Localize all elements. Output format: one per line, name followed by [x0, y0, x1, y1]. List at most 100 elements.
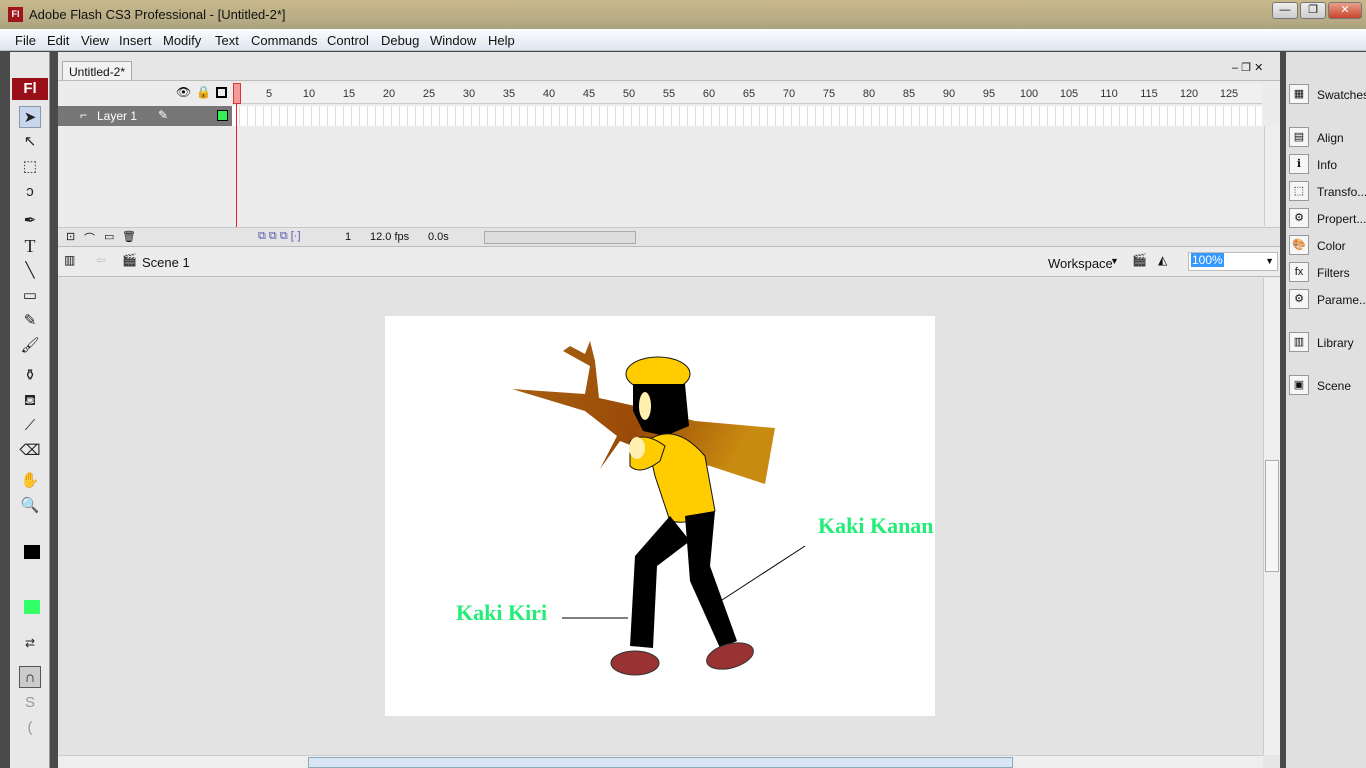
layer-row[interactable]: ⌐ Layer 1 ✎ — [58, 106, 232, 126]
menu-control[interactable]: Control — [327, 33, 369, 48]
timeline-hscroll-thumb[interactable] — [484, 231, 636, 244]
flash-logo: Fl — [12, 78, 48, 100]
workspace-menu[interactable]: Workspace — [1048, 256, 1113, 271]
document-tab[interactable]: Untitled-2* — [62, 61, 132, 80]
layer-icon: ⌐ — [80, 108, 88, 122]
subselection-tool-icon[interactable]: ↖ — [19, 131, 41, 153]
workspace-dropdown-icon[interactable]: ▼ — [1110, 256, 1119, 266]
edit-scene-icon[interactable]: 🎬 — [1132, 253, 1147, 267]
edit-symbols-icon[interactable]: ◭ — [1158, 253, 1167, 267]
rectangle-tool-icon[interactable]: ▭ — [19, 285, 41, 307]
motion-guide-icon[interactable]: ⌒ — [84, 230, 95, 246]
stage[interactable]: Kaki Kanan Kaki Kiri — [385, 316, 935, 716]
playhead[interactable] — [233, 83, 241, 104]
text-tool-icon[interactable]: T — [19, 235, 41, 257]
straighten-icon[interactable]: ( — [19, 717, 41, 739]
frame-number: 5 — [265, 88, 273, 100]
zoom-select[interactable]: 100% ▼ — [1188, 252, 1278, 271]
window-title: Adobe Flash CS3 Professional - [Untitled… — [29, 7, 286, 22]
chevron-down-icon: ▼ — [1265, 256, 1274, 266]
panel-library[interactable]: ▥ Library — [1286, 329, 1366, 355]
timeline-toggle-icon[interactable]: ▥ — [64, 253, 75, 267]
close-button[interactable]: ✕ — [1328, 2, 1362, 19]
insert-layer-icon[interactable]: ⊡ — [66, 230, 75, 243]
onion-skin-icons[interactable]: ⧉ ⧉ ⧉ [·] — [258, 230, 301, 243]
menu-text[interactable]: Text — [215, 33, 239, 48]
face — [639, 392, 651, 420]
timeline-footer: ⊡ ⌒ ▭ 🗑 ⧉ ⧉ ⧉ [·] 1 12.0 fps 0.0s — [58, 227, 1280, 246]
paint-bucket-tool-icon[interactable]: ⛾ — [19, 390, 41, 412]
snap-to-objects-icon[interactable]: ∩ — [19, 666, 41, 688]
insert-folder-icon[interactable]: ▭ — [104, 230, 114, 243]
eraser-tool-icon[interactable]: ⌫ — [19, 440, 41, 462]
edit-bar: ▥ ⇦ 🎬 Scene 1 Workspace ▼ 🎬 ◭ 100% ▼ — [58, 246, 1280, 277]
pen-tool-icon[interactable]: ✒ — [19, 210, 41, 232]
ink-bottle-tool-icon[interactable]: ⚱ — [19, 365, 41, 387]
lasso-tool-icon[interactable]: ↄ — [19, 181, 41, 203]
frame-grid[interactable] — [232, 106, 1262, 126]
label-kaki-kanan: Kaki Kanan — [818, 513, 934, 538]
smooth-icon[interactable]: S — [19, 692, 41, 714]
scene-name[interactable]: Scene 1 — [142, 255, 190, 270]
panel-swatches[interactable]: ▦ Swatches — [1286, 81, 1366, 107]
frame-number: 125 — [1219, 88, 1239, 100]
stroke-color-swatch[interactable] — [24, 545, 40, 559]
restore-button[interactable]: ❐ — [1300, 2, 1326, 19]
menu-file[interactable]: File — [15, 33, 36, 48]
frame-number: 85 — [902, 88, 916, 100]
menu-commands[interactable]: Commands — [251, 33, 317, 48]
swatches-icon: ▦ — [1289, 84, 1309, 104]
right-leg-pointer — [721, 545, 806, 601]
panel-color[interactable]: 🎨 Color — [1286, 232, 1366, 258]
color-icon: 🎨 — [1289, 235, 1309, 255]
frame-number: 15 — [342, 88, 356, 100]
eyedropper-tool-icon[interactable]: ⟋ — [19, 415, 41, 437]
frame-number: 110 — [1100, 88, 1118, 100]
pencil-tool-icon[interactable]: ✎ — [19, 310, 41, 332]
frame-number: 55 — [662, 88, 676, 100]
menu-modify[interactable]: Modify — [163, 33, 201, 48]
panel-filters[interactable]: fx Filters — [1286, 259, 1366, 285]
menu-help[interactable]: Help — [488, 33, 515, 48]
hand-tool-icon[interactable]: ✋ — [19, 470, 41, 492]
frame-number: 30 — [462, 88, 476, 100]
doc-window-controls[interactable]: ‒ ❐ ✕ — [1232, 61, 1263, 74]
eye-icon[interactable]: 👁 — [176, 85, 191, 99]
frame-number: 70 — [782, 88, 796, 100]
panel-scene[interactable]: ▣ Scene — [1286, 372, 1366, 398]
menu-view[interactable]: View — [81, 33, 109, 48]
brush-tool-icon[interactable]: 🖌 — [19, 335, 41, 357]
panel-info[interactable]: ℹ Info — [1286, 151, 1366, 177]
minimize-button[interactable]: — — [1272, 2, 1298, 19]
fill-color-swatch[interactable] — [24, 600, 40, 614]
selection-tool-icon[interactable]: ➤ — [19, 106, 41, 128]
panel-properties[interactable]: ⚙ Propert... — [1286, 205, 1366, 231]
frame-number: 40 — [542, 88, 556, 100]
panel-parameters[interactable]: ⚙ Parame... — [1286, 286, 1366, 312]
outline-icon[interactable] — [216, 87, 227, 98]
stage-vscroll[interactable] — [1263, 278, 1280, 755]
scene-icon: 🎬 — [122, 253, 137, 267]
panel-transform[interactable]: ⬚ Transfo... — [1286, 178, 1366, 204]
panel-align[interactable]: ▤ Align — [1286, 124, 1366, 150]
hand — [629, 437, 645, 459]
zoom-tool-icon[interactable]: 🔍 — [19, 495, 41, 517]
zoom-value: 100% — [1191, 253, 1224, 267]
line-tool-icon[interactable]: ╲ — [19, 260, 41, 282]
library-icon: ▥ — [1289, 332, 1309, 352]
stage-hscroll[interactable] — [58, 755, 1263, 768]
lock-icon[interactable]: 🔒 — [196, 85, 211, 99]
delete-layer-icon[interactable]: 🗑 — [122, 230, 136, 243]
menu-window[interactable]: Window — [430, 33, 476, 48]
menu-bar: File Edit View Insert Modify Text Comman… — [0, 29, 1366, 51]
transform-icon: ⬚ — [1289, 181, 1309, 201]
menu-insert[interactable]: Insert — [119, 33, 152, 48]
layer-name[interactable]: Layer 1 — [97, 109, 137, 123]
menu-edit[interactable]: Edit — [47, 33, 69, 48]
swap-colors-icon[interactable]: ⇄ — [19, 632, 41, 654]
timeline-vscroll[interactable] — [1264, 126, 1280, 226]
menu-debug[interactable]: Debug — [381, 33, 419, 48]
layer-color-box[interactable] — [217, 110, 228, 121]
free-transform-tool-icon[interactable]: ⬚ — [19, 156, 41, 178]
back-arrow-icon[interactable]: ⇦ — [96, 253, 106, 267]
